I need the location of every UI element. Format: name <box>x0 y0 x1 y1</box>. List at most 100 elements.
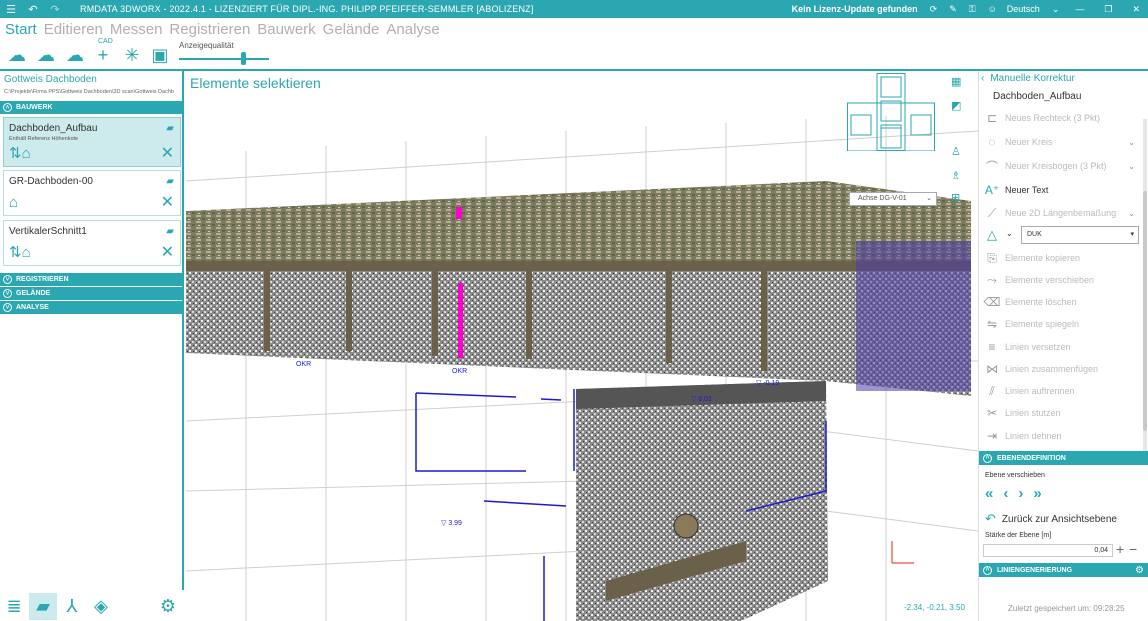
delete-icon[interactable]: ✕ <box>161 143 174 163</box>
quality-slider-handle[interactable] <box>241 52 246 65</box>
structure-card[interactable]: GR-Dachboden-00 ⌂ ▰ ✕ <box>3 170 181 216</box>
chevron-left-icon[interactable]: ‹ <box>981 73 984 84</box>
delete-icon[interactable]: ✕ <box>161 242 174 262</box>
cloud-download-icon[interactable]: ☁ <box>35 44 57 66</box>
double-chevron-right-icon[interactable]: » <box>1033 485 1041 502</box>
scrollbar-thumb[interactable] <box>1143 191 1147 431</box>
tab-editieren[interactable]: Editieren <box>44 21 103 38</box>
add-cad-button[interactable]: CAD + <box>92 38 114 66</box>
tool-delete-elements[interactable]: ⌫ Elemente löschen <box>979 291 1139 313</box>
section-bauwerk[interactable]: ˄ BAUWERK <box>0 101 184 114</box>
tool-trim-lines[interactable]: ✂ Linien stutzen <box>979 402 1139 424</box>
triangle-icon[interactable]: △ <box>987 227 997 243</box>
clip-icon[interactable]: ◩ <box>951 99 961 112</box>
panel-header[interactable]: ‹ Manuelle Korrektur <box>979 73 1075 84</box>
view-cube[interactable] <box>847 73 935 151</box>
tool-move-elements[interactable]: ⤳ Elemente verschieben <box>979 269 1139 291</box>
split-icon: ⫽ <box>989 383 995 398</box>
chevron-down-icon: ⌄ <box>926 195 932 202</box>
tool-join-lines[interactable]: ⋈ Linien zusammenfügen <box>979 358 1139 380</box>
cube-icon[interactable]: ▣ <box>149 44 171 66</box>
database-icon[interactable]: ≣ <box>0 593 28 620</box>
tool-mirror-elements[interactable]: ⇋ Elemente spiegeln <box>979 313 1139 335</box>
folder-icon[interactable]: ▰ <box>29 593 57 620</box>
chevron-right-icon[interactable]: › <box>1018 485 1023 502</box>
layers-icon[interactable]: ◈ <box>87 593 115 620</box>
viewport-title: Elemente selektieren <box>190 75 321 91</box>
tab-bauwerk[interactable]: Bauwerk <box>257 21 315 38</box>
folder-open-icon[interactable]: ▰ <box>166 226 174 237</box>
refresh-icon[interactable]: ⟳ <box>930 4 938 15</box>
thickness-input[interactable]: 0,04 <box>983 544 1113 557</box>
section-registrieren[interactable]: ˅ REGISTRIEREN <box>0 273 184 286</box>
line-type-select[interactable]: DUK ▾ <box>1021 226 1139 244</box>
mirror-icon: ⇋ <box>986 317 998 331</box>
section-ebenendefinition[interactable]: ˄ EBENENDEFINITION <box>979 451 1148 465</box>
section-analyse[interactable]: ˅ ANALYSE <box>0 301 184 314</box>
tab-analyse[interactable]: Analyse <box>386 21 439 38</box>
tool-label: Neuer Kreis <box>1005 137 1053 147</box>
axis-select[interactable]: Achse DG-V-01 ⌄ <box>849 192 937 206</box>
section-gelaende[interactable]: ˅ GELÄNDE <box>0 287 184 300</box>
hamburger-menu-icon[interactable]: ☰ <box>0 0 22 18</box>
tab-registrieren[interactable]: Registrieren <box>169 21 250 38</box>
section-liniengenerierung[interactable]: ˄ LINIENGENERIERUNG ⚙ <box>979 563 1148 577</box>
undo-icon[interactable]: ↶ <box>22 0 44 18</box>
chevron-left-icon[interactable]: ‹ <box>1003 485 1008 502</box>
folder-open-icon[interactable]: ▰ <box>166 123 174 134</box>
chevron-up-icon: ˄ <box>983 453 992 463</box>
tab-messen[interactable]: Messen <box>110 21 163 38</box>
tab-gelaende[interactable]: Gelände <box>323 21 380 38</box>
tab-start[interactable]: Start <box>5 21 37 38</box>
layout-icon[interactable]: ▦ <box>951 75 961 88</box>
plan-icon[interactable]: ⊞ <box>951 191 960 204</box>
quality-label: Anzeigequalität <box>179 41 234 50</box>
section-bauwerk-label: BAUWERK <box>16 104 53 111</box>
language-select[interactable]: Deutsch <box>1007 4 1040 14</box>
wrench-icon[interactable]: ✎ <box>949 4 957 15</box>
tool-new-text[interactable]: A⁺ Neuer Text <box>979 179 1139 201</box>
chevron-down-icon[interactable]: ⌄ <box>1128 162 1135 171</box>
quality-slider[interactable] <box>179 58 269 60</box>
tool-new-rectangle[interactable]: ⊏ Neues Rechteck (3 Pkt) <box>979 107 1139 129</box>
key-icon[interactable]: ⚿ <box>969 4 976 15</box>
tool-new-circle[interactable]: ◌ Neuer Kreis ⌄ <box>979 131 1139 153</box>
increase-button[interactable]: + <box>1116 541 1124 557</box>
chevron-down-icon[interactable]: ⌄ <box>1128 138 1135 147</box>
tool-split-lines[interactable]: ⫽ Linien auftrennen <box>979 380 1139 402</box>
back-to-view-plane-button[interactable]: ↶ Zurück zur Ansichtsebene <box>985 511 1117 527</box>
user-icon[interactable]: ☺ <box>988 4 997 14</box>
tool-label: Neues Rechteck (3 Pkt) <box>1005 113 1101 123</box>
structure-card[interactable]: Dachboden_Aufbau Enthält Referenz Höhenk… <box>3 117 181 167</box>
maximize-button[interactable]: ❐ <box>1104 4 1112 15</box>
chevron-down-icon[interactable]: ⌄ <box>1006 229 1013 238</box>
double-chevron-left-icon[interactable]: « <box>985 485 993 502</box>
tool-new-dimension[interactable]: ⟋ Neue 2D Längenbemaßung ⌄ <box>979 202 1139 224</box>
bottom-nav: ≣ ▰ ⅄ ◈ ⚙ <box>0 590 184 621</box>
lamp-icon[interactable]: ♗ <box>951 169 961 182</box>
close-button[interactable]: ✕ <box>1132 4 1140 15</box>
scatter-icon[interactable]: ✳ <box>121 44 143 66</box>
gear-icon[interactable]: ⚙ <box>154 593 182 620</box>
chevron-down-icon: ˅ <box>3 275 12 284</box>
decrease-button[interactable]: − <box>1129 541 1137 557</box>
tool-new-arc[interactable]: ⌒ Neuer Kreisbogen (3 Pkt) ⌄ <box>979 155 1139 177</box>
gear-icon[interactable]: ⚙ <box>1135 565 1144 576</box>
tool-label: Elemente kopieren <box>1005 253 1081 263</box>
cloud-sync-icon[interactable]: ☁ <box>64 44 86 66</box>
purple-scan-area <box>856 241 971 391</box>
3d-viewport[interactable]: ▽ 3.99 ▽ -0.19 ▽ 0.01 OKR OKR Elemente s… <box>186 71 978 621</box>
chevron-up-icon: ˄ <box>983 565 992 575</box>
axes-icon[interactable]: ⅄ <box>58 593 86 620</box>
minimize-button[interactable]: — <box>1075 4 1084 14</box>
delete-icon[interactable]: ✕ <box>161 192 174 212</box>
tool-copy-elements[interactable]: ⎘ Elemente kopieren <box>979 247 1139 269</box>
cloud-upload-icon[interactable]: ☁ <box>6 44 28 66</box>
structure-card[interactable]: VertikalerSchnitt1 ⇅⌂ ▰ ✕ <box>3 220 181 266</box>
chevron-down-icon[interactable]: ⌄ <box>1128 209 1135 218</box>
measure-icon[interactable]: ♙ <box>951 145 961 158</box>
folder-open-icon[interactable]: ▰ <box>166 176 174 187</box>
tool-offset-lines[interactable]: ≡ Linien versetzen <box>979 336 1139 358</box>
redo-icon[interactable]: ↷ <box>44 0 66 18</box>
tool-extend-lines[interactable]: ⇥ Linien dehnen <box>979 425 1139 447</box>
